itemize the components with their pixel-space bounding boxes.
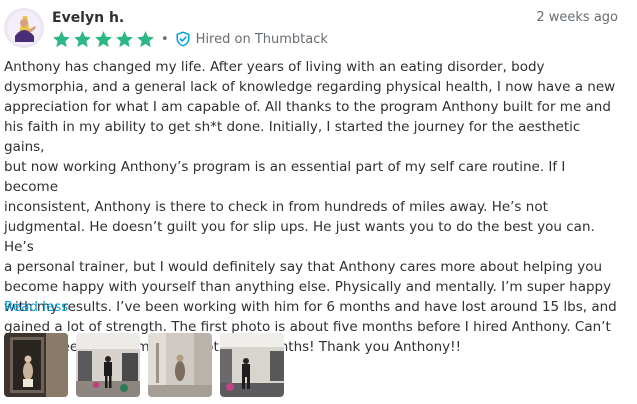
star-icon (116, 30, 133, 47)
separator-dot: • (161, 31, 169, 47)
review-photo[interactable] (76, 333, 140, 397)
review-photo[interactable] (220, 333, 284, 397)
review-photo[interactable] (148, 333, 212, 397)
review-header: Evelyn h. 2 weeks ago • Hired on Thumbta… (4, 7, 618, 53)
review-text: Anthony has changed my life. After years… (4, 59, 617, 355)
hired-label: Hired on Thumbtack (195, 31, 328, 47)
shield-check-icon (176, 31, 190, 47)
review-date: 2 weeks ago (536, 10, 618, 25)
hired-on-thumbtack-badge: Hired on Thumbtack (175, 31, 328, 47)
reviewer-name: Evelyn h. (52, 10, 125, 26)
read-less-link[interactable]: Read less (4, 297, 68, 317)
review-photos (4, 333, 284, 397)
star-rating (52, 30, 155, 49)
rating-row: • Hired on Thumbtack (52, 29, 328, 49)
star-icon (74, 30, 91, 47)
review-photo[interactable] (4, 333, 68, 397)
star-icon (95, 30, 112, 47)
star-icon (53, 30, 70, 47)
star-icon (137, 30, 154, 47)
avatar (4, 8, 44, 48)
